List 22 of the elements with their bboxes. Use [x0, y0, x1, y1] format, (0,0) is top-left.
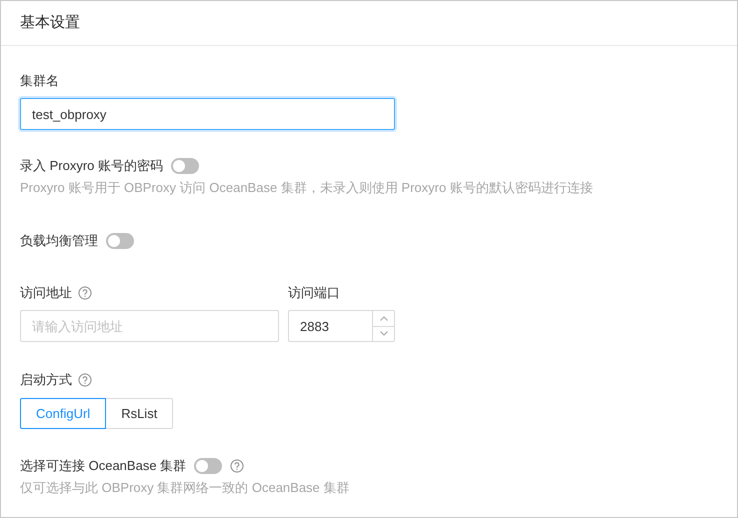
field-label: 选择可连接 OceanBase 集群: [20, 457, 186, 475]
radio-button[interactable]: RsList: [105, 398, 174, 429]
chevron-up-icon: [380, 316, 388, 321]
field-label: 启动方式: [20, 371, 72, 390]
input-field[interactable]: 请输入访问地址: [20, 310, 279, 342]
input-field[interactable]: test_obproxy: [20, 98, 395, 130]
field-label: 负载均衡管理: [20, 232, 98, 250]
toggle-switch[interactable]: [171, 158, 200, 174]
toggle-switch[interactable]: [194, 458, 222, 474]
help-text: Proxyro 账号用于 OBProxy 访问 OceanBase 集群，未录入则使用 Proxyro 账号的默认密码进行连接: [20, 179, 593, 197]
card-title: 基本设置: [20, 12, 80, 33]
field-label: 访问地址: [20, 284, 72, 302]
help-icon: [78, 373, 92, 387]
field-label: 录入 Proxyro 账号的密码: [20, 157, 164, 175]
help-icon: [230, 459, 244, 473]
help-icon: [78, 286, 92, 300]
toggle-switch[interactable]: [106, 233, 134, 249]
field-label: 集群名: [20, 72, 59, 90]
chevron-down-icon: [380, 331, 388, 336]
input-field[interactable]: 2883: [288, 310, 372, 342]
field-label: 访问端口: [288, 284, 340, 302]
help-text: 仅可选择与此 OBProxy 集群网络一致的 OceanBase 集群: [20, 479, 350, 497]
